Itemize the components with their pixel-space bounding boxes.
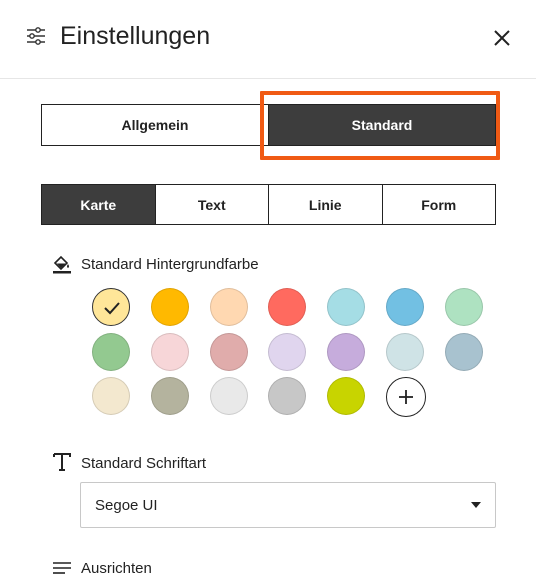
font-select[interactable]: Segoe UI xyxy=(80,482,496,528)
color-swatch[interactable] xyxy=(327,332,366,371)
text-t-icon xyxy=(53,453,71,471)
tab-form[interactable]: Form xyxy=(381,185,496,224)
color-swatch[interactable] xyxy=(150,332,189,371)
color-swatch[interactable] xyxy=(444,288,483,326)
color-swatch[interactable] xyxy=(92,288,130,326)
color-swatch[interactable] xyxy=(327,288,366,326)
plus-icon xyxy=(399,390,413,404)
color-swatch[interactable] xyxy=(386,288,424,326)
color-swatch[interactable] xyxy=(268,377,307,415)
sliders-icon xyxy=(27,27,45,45)
highlight-box xyxy=(260,91,500,160)
tab-karte[interactable]: Karte xyxy=(42,185,155,224)
add-color-button[interactable] xyxy=(386,377,426,417)
font-label: Standard Schriftart xyxy=(81,455,207,472)
color-swatch[interactable] xyxy=(268,332,307,371)
align-lines-icon xyxy=(53,562,71,574)
panel-title: Einstellungen xyxy=(60,22,211,50)
color-swatch[interactable] xyxy=(92,377,130,415)
color-swatch[interactable] xyxy=(209,332,248,371)
chevron-down-icon xyxy=(471,502,481,508)
color-swatch[interactable] xyxy=(209,288,248,326)
tab-linie[interactable]: Linie xyxy=(268,185,382,224)
color-swatch[interactable] xyxy=(327,377,366,415)
color-swatch[interactable] xyxy=(150,377,189,415)
background-color-label: Standard Hintergrundfarbe xyxy=(81,256,259,273)
color-swatch[interactable] xyxy=(150,288,189,326)
tab-text[interactable]: Text xyxy=(154,185,269,224)
color-swatch[interactable] xyxy=(386,332,424,371)
checkmark-icon xyxy=(104,302,120,315)
panel-header: Einstellungen xyxy=(0,0,536,79)
color-swatch[interactable] xyxy=(209,377,248,415)
paint-bucket-icon xyxy=(53,255,71,274)
color-swatch[interactable] xyxy=(268,288,307,326)
color-swatch[interactable] xyxy=(92,332,130,371)
tab-allgemein[interactable]: Allgemein xyxy=(42,105,268,145)
align-label: Ausrichten xyxy=(81,560,152,577)
default-type-tabs: Karte Text Linie Form xyxy=(41,184,496,225)
close-icon[interactable] xyxy=(492,28,512,48)
color-swatch[interactable] xyxy=(444,332,483,371)
font-select-value: Segoe UI xyxy=(95,497,158,514)
